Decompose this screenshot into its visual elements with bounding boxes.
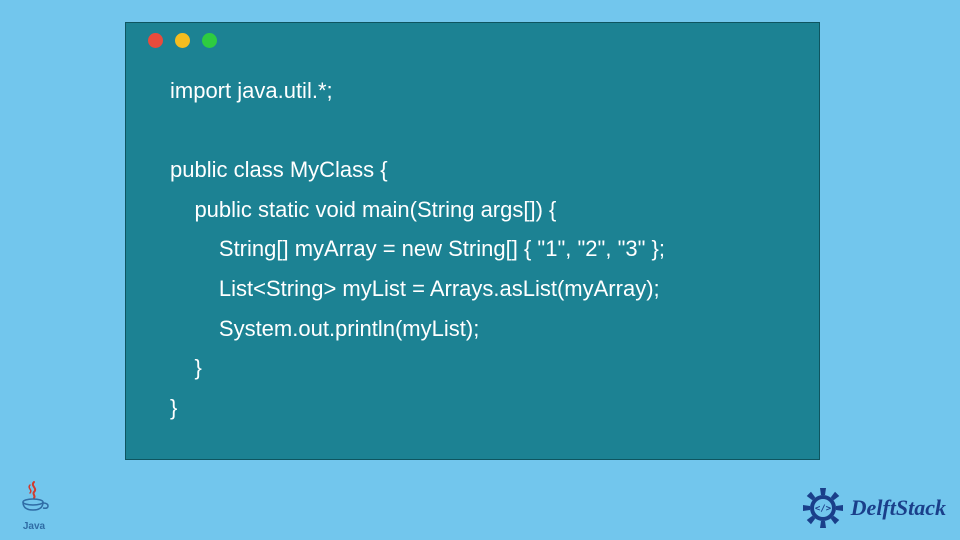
maximize-icon[interactable] (202, 33, 217, 48)
delftstack-gear-icon: </> (801, 486, 845, 530)
delftstack-logo-label: DelftStack (851, 495, 946, 521)
svg-text:</>: </> (815, 504, 832, 514)
delftstack-logo: </> DelftStack (801, 486, 946, 530)
java-logo-label: Java (12, 521, 56, 532)
window-titlebar (126, 23, 819, 57)
code-window: import java.util.*; public class MyClass… (125, 22, 820, 460)
close-icon[interactable] (148, 33, 163, 48)
code-block: import java.util.*; public class MyClass… (126, 57, 819, 427)
minimize-icon[interactable] (175, 33, 190, 48)
java-cup-icon (19, 480, 49, 514)
java-logo: Java (12, 480, 56, 532)
